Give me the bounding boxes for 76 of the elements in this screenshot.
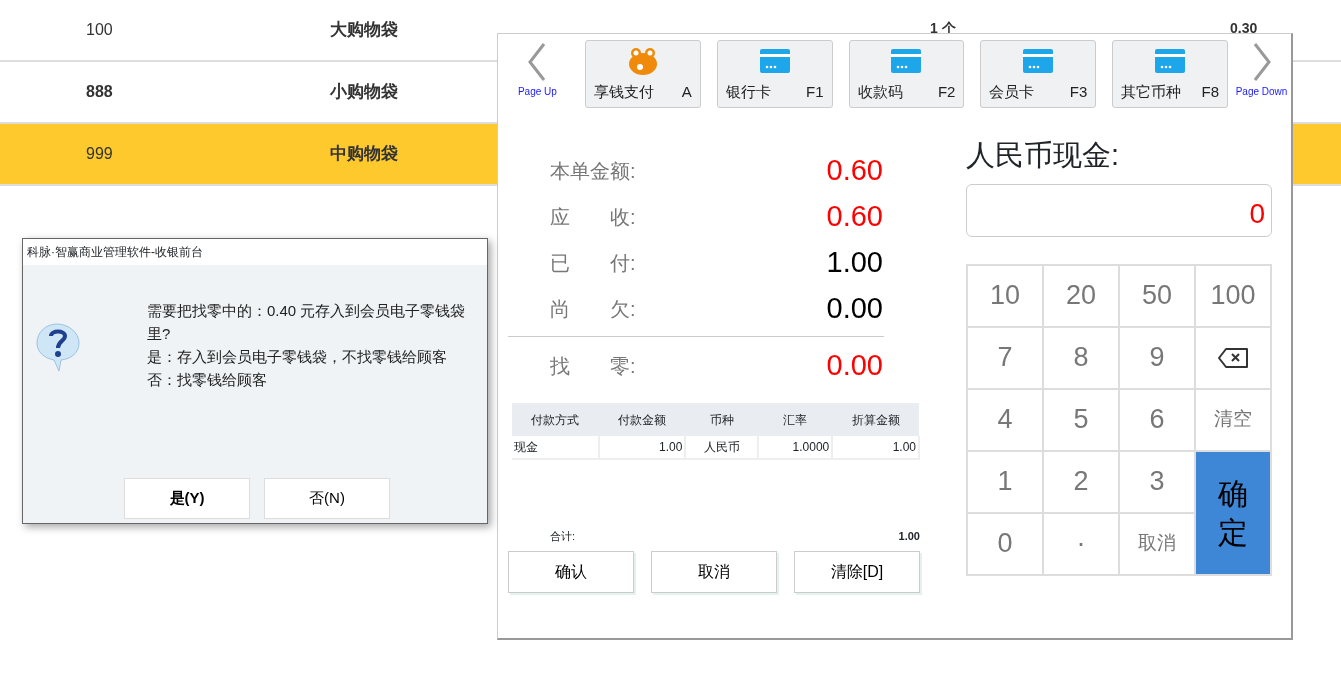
dialog-title: 科脉·智赢商业管理软件-收银前台 [23,239,487,265]
summary-label: 尚 欠: [550,297,637,322]
keypad-key[interactable]: 10 [967,264,1043,327]
keypad-key[interactable]: 3 [1119,450,1195,513]
summary-label: 找 零: [550,354,637,379]
table-cell: 888 [86,83,113,100]
total-value: 1.00 [898,529,920,544]
table-cell: 人民币 [685,436,759,459]
summary-label: 本单金额: [550,159,637,184]
column-header: 折算金额 [832,403,919,436]
summary-value: 0.60 [826,199,883,235]
summary-value: 1.00 [826,245,883,281]
summary-value: 0.00 [826,348,883,384]
dialog-button[interactable]: 否(N) [264,478,390,519]
table-cell: 0.30 [1230,20,1258,36]
keypad-key[interactable]: 50 [1119,264,1195,327]
table-cell: 1.0000 [758,436,833,459]
help-icon [35,321,81,373]
column-header: 付款方式 [512,403,599,436]
table-cell: 小购物袋 [330,82,398,102]
action-button[interactable]: 确认 [508,550,634,593]
keypad-key[interactable]: 4 [967,388,1043,451]
shortcut-key: F1 [806,81,824,104]
keypad-key[interactable]: 清空 [1195,388,1271,451]
method-label: 其它币种 [1121,82,1182,102]
keypad-key[interactable]: 5 [1043,388,1119,451]
keypad-key[interactable]: 8 [1043,326,1119,389]
keypad-key[interactable]: 取消 [1119,512,1195,575]
keypad-key[interactable]: 9 [1119,326,1195,389]
table-cell: 大购物袋 [330,20,398,40]
method-label: 会员卡 [989,82,1035,102]
backspace-icon [1217,346,1249,369]
payment-method-button[interactable]: 会员卡 F3 [980,40,1097,108]
summary-label: 已 付: [550,251,637,276]
payment-method-button[interactable]: 收款码 F2 [848,40,965,108]
keypad-key[interactable]: 2 [1043,450,1119,513]
table-cell: 999 [86,145,113,162]
payment-method-button[interactable]: 银行卡 F1 [716,40,833,108]
keypad-key[interactable]: 6 [1119,388,1195,451]
method-label: 银行卡 [725,82,771,102]
message-text: 是：存入到会员电子零钱袋，不找零钱给顾客 [147,347,448,367]
table-cell: 中购物袋 [330,144,398,164]
dialog-button[interactable]: 是(Y) [124,478,250,519]
table-cell: 100 [86,21,113,38]
shortcut-key: F2 [937,81,956,104]
confirm-button[interactable]: 确定 [1195,450,1271,575]
summary-value: 0.00 [826,291,883,327]
backspace-key[interactable] [1195,326,1271,389]
cash-input-field[interactable]: 0 [966,183,1272,237]
total-label: 合计: [550,529,576,544]
method-label: 享钱支付 [593,82,654,102]
column-header: 付款金额 [598,403,686,436]
keypad-key[interactable]: 7 [967,326,1043,389]
cash-label: 人民币现金: [966,138,1121,173]
column-header: 币种 [685,403,759,436]
shortcut-key: F3 [1069,81,1088,104]
column-header: 汇率 [758,403,833,436]
table-cell: 现金 [512,436,599,459]
action-button[interactable]: 清除[D] [794,550,920,593]
table-cell: 1.00 [598,436,686,459]
shortcut-key: F8 [1201,81,1220,104]
shortcut-key: A [681,81,692,104]
summary-label: 应 收: [550,205,637,230]
summary-value: 0.60 [826,153,883,189]
payment-method-button[interactable]: 享钱支付 A [584,40,701,108]
action-button[interactable]: 取消 [651,550,777,593]
keypad-key[interactable]: 20 [1043,264,1119,327]
payment-method-button[interactable]: 其它币种 F8 [1112,40,1229,108]
message-text: 否：找零钱给顾客 [147,370,268,390]
table-cell: 1.00 [832,436,919,459]
method-label: 收款码 [857,82,903,102]
message-text: 需要把找零中的：0.40 元存入到会员电子零钱袋里? [147,301,467,344]
keypad-key[interactable]: 100 [1195,264,1271,327]
keypad-key[interactable]: 0 [967,512,1043,575]
keypad-key[interactable]: · [1043,512,1119,575]
keypad-key[interactable]: 1 [967,450,1043,513]
